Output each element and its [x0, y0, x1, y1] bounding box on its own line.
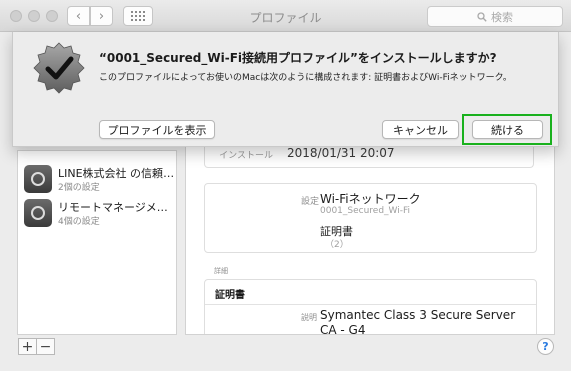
add-profile-button[interactable]: +	[19, 339, 36, 354]
certificate-count: （2）	[325, 240, 349, 250]
add-remove-control: + −	[18, 338, 55, 355]
continue-button[interactable]: 続ける	[472, 120, 543, 139]
help-button[interactable]: ?	[537, 338, 554, 355]
remove-profile-button[interactable]: −	[37, 339, 54, 354]
profile-list: LINE株式会社 の信頼プ… 2個の設定 リモートマネージメント 4個の設定	[17, 150, 178, 335]
divider	[205, 304, 536, 305]
show-profile-button[interactable]: プロファイルを表示	[99, 120, 215, 139]
install-date-label: インストール	[219, 151, 273, 161]
search-field[interactable]: 検索	[427, 6, 563, 27]
profile-detail-pane[interactable]: インストール 2018/01/31 20:07 設定 Wi-Fiネットワーク 0…	[185, 145, 555, 335]
profile-name: リモートマネージメント	[58, 201, 178, 214]
profile-setting-count: 2個の設定	[58, 183, 100, 193]
settings-gear-icon	[24, 165, 52, 193]
settings-card: 設定 Wi-Fiネットワーク 0001_Secured_Wi-Fi 証明書 （2…	[204, 183, 537, 253]
sheet-message: このプロファイルによってお使いのMacは次のように構成されます: 証明書およびW…	[99, 73, 512, 83]
cancel-button[interactable]: キャンセル	[382, 120, 459, 139]
title-bar: ‹ › プロファイル 検索	[0, 0, 571, 32]
certificate-details-card: 証明書 説明 Symantec Class 3 Secure Server CA…	[204, 279, 537, 335]
sheet-title: “0001_Secured_Wi-Fi接続用プロファイル”をインストールしますか…	[99, 51, 497, 65]
search-icon	[477, 11, 487, 22]
remote-management-icon	[24, 199, 52, 227]
description-value: Symantec Class 3 Secure Server CA - G4	[320, 308, 516, 335]
profile-list-item[interactable]: リモートマネージメント 4個の設定	[24, 199, 178, 229]
profile-name: LINE株式会社 の信頼プ…	[58, 167, 178, 180]
certificate-details-heading: 証明書	[215, 290, 245, 301]
verified-badge-icon	[33, 42, 85, 94]
system-preferences-window: ‹ › プロファイル 検索 LINE株式会社 の信頼プ… 2個の設定 リモートマ…	[0, 0, 571, 371]
highlight-box: 続ける	[462, 114, 552, 145]
wifi-setting-title: Wi-Fiネットワーク	[320, 192, 421, 206]
install-date-value: 2018/01/31 20:07	[287, 146, 395, 160]
profile-list-item[interactable]: LINE株式会社 の信頼プ… 2個の設定	[24, 165, 178, 195]
install-date-row: インストール 2018/01/31 20:07	[204, 146, 534, 168]
profile-setting-count: 4個の設定	[58, 217, 100, 227]
description-label: 説明	[301, 313, 317, 322]
install-profile-sheet: “0001_Secured_Wi-Fi接続用プロファイル”をインストールしますか…	[12, 32, 559, 147]
settings-label: 設定	[301, 197, 320, 207]
search-placeholder: 検索	[491, 10, 513, 24]
wifi-profile-name: 0001_Secured_Wi-Fi	[320, 206, 411, 216]
details-section-label: 詳細	[214, 267, 228, 275]
